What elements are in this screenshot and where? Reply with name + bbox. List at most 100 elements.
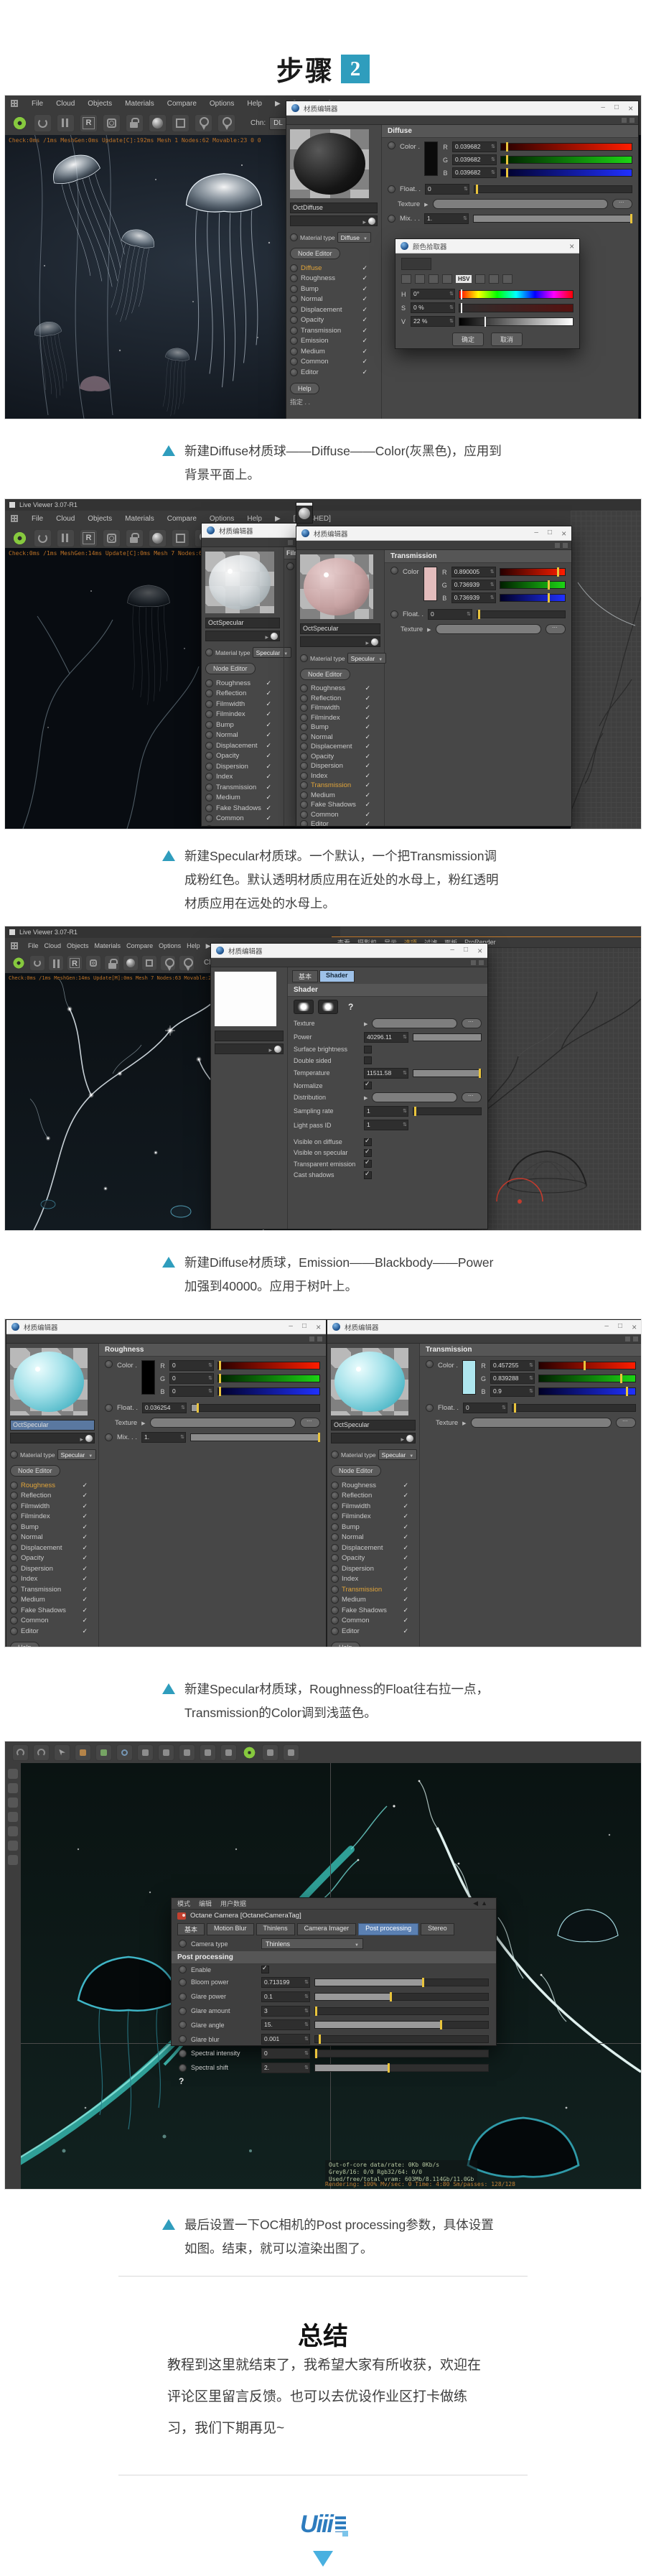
material-channel-item[interactable]: Reflection — [205, 689, 271, 699]
node-editor-button[interactable]: Node Editor — [205, 663, 256, 674]
lock-icon[interactable] — [104, 954, 120, 971]
help-icon[interactable]: ? — [348, 1002, 353, 1012]
temperature-value-input[interactable]: 11511.58 — [364, 1067, 408, 1079]
material-channel-item[interactable]: Transmission — [300, 781, 370, 791]
material-shader-field[interactable] — [205, 631, 280, 641]
float-slider[interactable] — [474, 185, 632, 194]
channel-toggle-icon[interactable] — [300, 801, 308, 809]
shader-tab[interactable]: 基本 — [292, 970, 319, 982]
float-value-input[interactable]: 0.036254 — [142, 1403, 187, 1413]
param-bullet-icon[interactable] — [388, 141, 395, 149]
hsv-mode-tab[interactable]: HSV — [456, 275, 472, 283]
color-gradient-slider[interactable] — [217, 1374, 320, 1383]
light-pass-id-input[interactable]: 1 — [364, 1120, 408, 1131]
color-swatch[interactable] — [423, 141, 438, 176]
menu-item[interactable]: Objects — [81, 100, 118, 108]
color-gradient-slider[interactable] — [217, 1387, 320, 1396]
menu-item[interactable]: Cloud — [50, 100, 81, 108]
material-channel-item[interactable]: Common — [205, 814, 271, 824]
menu-item[interactable]: Compare — [161, 515, 203, 523]
frame-icon[interactable] — [172, 114, 189, 132]
material-channel-item[interactable]: Fake Shadows — [205, 803, 271, 814]
material-channel-item[interactable]: Common — [10, 1616, 88, 1627]
pin-material-icon[interactable] — [217, 114, 235, 132]
channel-toggle-icon[interactable] — [205, 699, 213, 708]
rotate-icon[interactable] — [116, 1744, 133, 1761]
channel-toggle-icon[interactable] — [290, 295, 298, 304]
color-gradient-slider[interactable] — [217, 1361, 320, 1370]
material-channel-item[interactable]: Opacity — [10, 1553, 88, 1564]
channel-value-input[interactable]: 0.039682 — [451, 167, 497, 178]
channel-toggle-icon[interactable] — [205, 773, 213, 781]
channel-value-input[interactable]: 0.039682 — [451, 141, 497, 152]
channel-toggle-icon[interactable] — [331, 1543, 339, 1552]
glare-angle-slider[interactable] — [314, 2020, 489, 2030]
settings-icon[interactable] — [85, 954, 101, 971]
material-channel-item[interactable]: Medium — [300, 791, 370, 801]
color-swatch[interactable] — [141, 1360, 155, 1395]
rgb-mode-icon[interactable] — [442, 274, 452, 284]
texture-field[interactable] — [432, 199, 608, 209]
channel-value-input[interactable]: 22 % — [411, 316, 455, 327]
channel-toggle-icon[interactable] — [300, 810, 308, 819]
channel-toggle-icon[interactable] — [331, 1492, 339, 1500]
menu-item[interactable]: File — [25, 942, 42, 950]
spectral-shift-slider[interactable] — [314, 2063, 489, 2073]
channel-toggle-icon[interactable] — [10, 1502, 18, 1510]
float-slider[interactable] — [477, 610, 566, 619]
material-channel-item[interactable]: Normal — [300, 733, 370, 743]
material-channel-item[interactable]: Dispersion — [205, 761, 271, 772]
grid-menu-icon[interactable] — [11, 515, 18, 522]
octane-icon[interactable] — [11, 114, 29, 132]
channel-toggle-icon[interactable] — [290, 264, 298, 272]
material-preview[interactable] — [331, 1348, 408, 1415]
shader-tab[interactable]: Shader — [319, 970, 355, 982]
material-channel-item[interactable]: Roughness — [10, 1480, 88, 1491]
channel-toggle-icon[interactable] — [300, 743, 308, 751]
menu-item[interactable]: Materials — [92, 942, 124, 950]
channel-toggle-icon[interactable] — [300, 752, 308, 761]
channel-toggle-icon[interactable] — [205, 762, 213, 771]
undo-icon[interactable] — [12, 1744, 29, 1761]
material-channel-item[interactable]: Medium — [205, 793, 271, 804]
material-channel-item[interactable]: Editor — [10, 1626, 88, 1637]
material-channel-item[interactable]: Transmission — [331, 1584, 408, 1595]
material-channel-item[interactable]: Transmission — [10, 1584, 88, 1595]
material-shader-field[interactable] — [215, 1043, 284, 1054]
channel-toggle-icon[interactable] — [300, 781, 308, 790]
channel-toggle-icon[interactable] — [300, 762, 308, 771]
sampling-rate-slider[interactable] — [413, 1106, 482, 1116]
material-channel-item[interactable]: Index — [331, 1574, 408, 1585]
spectral-shift-input[interactable]: 2. — [261, 2062, 310, 2073]
cast-shadows-checkbox[interactable] — [364, 1170, 372, 1179]
texture-field[interactable] — [470, 1418, 612, 1428]
menu-item[interactable]: Compare — [123, 942, 156, 950]
material-channel-item[interactable]: Roughness — [300, 684, 370, 694]
pin-camera-icon[interactable] — [195, 114, 212, 132]
material-name-input[interactable]: OctSpecular — [300, 623, 380, 634]
slider-marker[interactable] — [460, 289, 462, 299]
channel-toggle-icon[interactable] — [205, 679, 213, 687]
glare-power-input[interactable]: 0.1 — [261, 1991, 310, 2002]
redo-icon[interactable] — [33, 1744, 50, 1761]
texture-expand-icon[interactable] — [427, 626, 431, 633]
frame-icon[interactable] — [172, 529, 189, 547]
sampling-rate-input[interactable]: 1 — [364, 1105, 408, 1117]
material-channel-item[interactable]: Medium — [290, 346, 368, 357]
channel-toggle-icon[interactable] — [10, 1512, 18, 1521]
float-value-input[interactable]: 0 — [463, 1403, 508, 1413]
browse-button[interactable] — [462, 1090, 482, 1103]
channel-toggle-icon[interactable] — [290, 368, 298, 376]
texture-field[interactable] — [372, 1018, 457, 1029]
param-bullet-icon[interactable] — [388, 215, 395, 223]
minimize-icon[interactable] — [534, 529, 538, 539]
material-name-input[interactable]: OctSpecular — [331, 1420, 416, 1431]
channel-toggle-icon[interactable] — [10, 1575, 18, 1584]
back-icon[interactable] — [473, 1900, 481, 1907]
material-preview[interactable] — [205, 552, 274, 613]
channel-toggle-icon[interactable] — [331, 1606, 339, 1614]
material-channel-item[interactable]: Bump — [10, 1522, 88, 1533]
channel-toggle-icon[interactable] — [331, 1481, 339, 1489]
color-gradient-slider[interactable] — [538, 1374, 636, 1383]
slider-marker[interactable] — [506, 142, 509, 152]
